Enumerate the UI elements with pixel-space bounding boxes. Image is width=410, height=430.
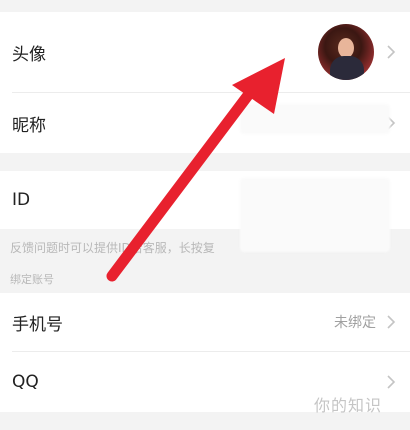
section-gap — [0, 153, 410, 171]
chevron-right-icon — [384, 41, 398, 63]
phone-row[interactable]: 手机号 未绑定 — [0, 293, 410, 351]
avatar-row[interactable]: 头像 — [0, 12, 410, 92]
qq-label: QQ — [12, 372, 39, 392]
chevron-right-icon — [384, 371, 398, 393]
id-value-redacted — [240, 178, 390, 252]
top-spacer — [0, 0, 410, 12]
avatar[interactable] — [318, 24, 374, 80]
chevron-right-icon — [384, 311, 398, 333]
phone-status: 未绑定 — [334, 315, 376, 331]
nickname-value-redacted — [240, 104, 390, 134]
watermark: 你的知识 — [313, 396, 382, 415]
phone-label: 手机号 — [12, 314, 63, 335]
bind-account-section-title: 绑定账号 — [10, 273, 54, 286]
avatar-label: 头像 — [12, 44, 46, 65]
